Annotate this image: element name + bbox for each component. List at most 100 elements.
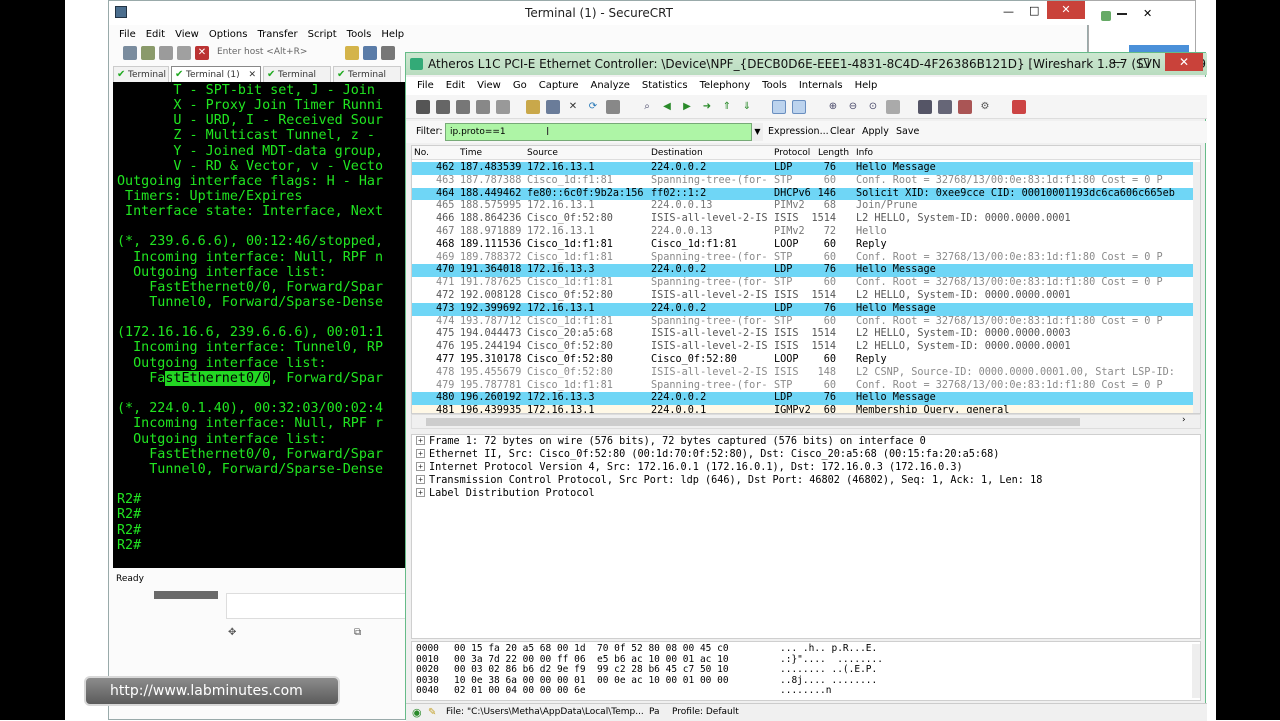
menu-help[interactable]: Help <box>855 77 878 95</box>
coloring-rules-icon[interactable] <box>958 100 972 114</box>
save-filter-button[interactable]: Save <box>896 126 919 137</box>
find-icon[interactable] <box>363 46 377 60</box>
packet-row[interactable]: 470 191.364018 172.16.13.3 224.0.0.2 LDP 76 He… <box>412 264 1200 278</box>
find-packet-icon[interactable]: ⌕ <box>640 100 654 114</box>
expand-icon[interactable]: + <box>416 462 425 471</box>
packet-row[interactable]: 481 196.439935 172.16.13.1 224.0.0.1 IGMPv2 6… <box>412 405 1200 413</box>
options-icon[interactable] <box>436 100 450 114</box>
packet-row[interactable]: 474 193.787712 Cisco_1d:f1:81 Spanning-tree… <box>412 315 1200 329</box>
edit-comment-icon[interactable]: ✎ <box>428 704 436 721</box>
stop-capture-icon[interactable] <box>476 100 490 114</box>
hex-bytes[interactable]: 00 15 fa 20 a5 68 00 1d 70 0f 52 80 08 0… <box>454 643 729 655</box>
capture-filters-icon[interactable] <box>918 100 932 114</box>
column-time[interactable]: Time <box>460 146 482 160</box>
connect-tab-icon[interactable] <box>159 46 173 60</box>
column-no[interactable]: No. <box>414 146 429 160</box>
colorize-icon[interactable] <box>772 100 786 114</box>
hex-ascii[interactable]: ........n <box>780 685 831 697</box>
packet-details[interactable]: + Frame 1: 72 bytes on wire (576 bits), 7… <box>411 434 1201 639</box>
packet-list[interactable]: No. Time Source Destination Protocol Len… <box>411 145 1201 414</box>
quick-connect-icon[interactable] <box>141 46 155 60</box>
detail-row[interactable]: + Ethernet II, Src: Cisco_0f:52:80 (00:1d… <box>416 449 999 462</box>
column-source[interactable]: Source <box>527 146 558 160</box>
save-icon[interactable] <box>546 100 560 114</box>
column-length[interactable]: Length <box>818 146 849 160</box>
minimize-icon[interactable] <box>1117 13 1127 15</box>
column-destination[interactable]: Destination <box>651 146 703 160</box>
detail-row[interactable]: + Label Distribution Protocol <box>416 488 595 501</box>
close-file-icon[interactable]: ✕ <box>566 100 580 114</box>
menu-tools[interactable]: Tools <box>347 27 372 43</box>
packet-row[interactable]: 469 189.788372 Cisco_1d:f1:81 Spanning-tree… <box>412 251 1200 265</box>
packet-row[interactable]: 466 188.864236 Cisco_0f:52:80 ISIS-all-leve… <box>412 213 1200 226</box>
packet-row[interactable]: 464 188.449462 fe80::6c0f:9b2a:156 ff02::1:… <box>412 187 1200 201</box>
filter-dropdown-icon[interactable]: ▼ <box>751 123 763 141</box>
copy-icon[interactable] <box>345 46 359 60</box>
apply-button[interactable]: Apply <box>862 126 889 137</box>
packet-row[interactable]: 476 195.244194 Cisco_0f:52:80 ISIS-all-leve… <box>412 341 1200 354</box>
menu-internals[interactable]: Internals <box>799 77 843 95</box>
menu-file[interactable]: File <box>417 77 434 95</box>
packet-row[interactable]: 467 188.971889 172.16.13.1 224.0.0.13 PIMv2 7… <box>412 226 1200 239</box>
disconnect-icon[interactable]: ✕ <box>195 46 209 60</box>
minimize-icon[interactable]: — <box>1003 5 1014 18</box>
expert-info-icon[interactable]: ◉ <box>412 704 422 721</box>
reconnect-icon[interactable] <box>177 46 191 60</box>
tab-terminal-1[interactable]: ✔ Terminal (1) ✕ <box>171 66 261 82</box>
detail-row[interactable]: + Internet Protocol Version 4, Src: 172.1… <box>416 462 963 475</box>
menu-telephony[interactable]: Telephony <box>700 77 751 95</box>
menu-transfer[interactable]: Transfer <box>257 27 297 43</box>
selected-text[interactable]: stEthernet0/0 <box>165 371 271 386</box>
status-profile[interactable]: Profile: Default <box>672 704 739 721</box>
menu-go[interactable]: Go <box>513 77 527 95</box>
hex-bytes[interactable]: 00 03 02 86 b6 d2 9e f9 99 c2 28 b6 45 c… <box>454 664 729 676</box>
menu-options[interactable]: Options <box>209 27 248 43</box>
first-packet-icon[interactable]: ⇑ <box>720 100 734 114</box>
bytes-scrollbar[interactable] <box>1192 644 1200 698</box>
hex-ascii[interactable]: ........ ..(.E.P. <box>780 664 877 676</box>
reload-icon[interactable]: ⟳ <box>586 100 600 114</box>
detail-row[interactable]: + Frame 1: 72 bytes on wire (576 bits), 7… <box>416 436 926 449</box>
go-forward-icon[interactable]: ▶ <box>680 100 694 114</box>
packet-row[interactable]: 471 191.787625 Cisco_1d:f1:81 Spanning-tree… <box>412 277 1200 290</box>
packet-row[interactable]: 473 192.399692 172.16.13.1 224.0.0.2 LDP 76 He… <box>412 302 1200 316</box>
column-protocol[interactable]: Protocol <box>774 146 810 160</box>
menu-edit[interactable]: Edit <box>446 77 465 95</box>
help-icon[interactable] <box>1012 100 1026 114</box>
expression-button[interactable]: Expression... <box>768 126 829 137</box>
minimize-icon[interactable]: — <box>1106 53 1130 71</box>
menu-tools[interactable]: Tools <box>762 77 787 95</box>
packet-row[interactable]: 478 195.455679 Cisco_0f:52:80 ISIS-all-leve… <box>412 366 1200 380</box>
packet-list-scrollbar[interactable] <box>1193 162 1200 413</box>
close-icon[interactable]: ✕ <box>1165 53 1203 71</box>
packet-row[interactable]: 463 187.787388 Cisco_1d:f1:81 Spanning-tree… <box>412 174 1200 188</box>
detail-row[interactable]: + Transmission Control Protocol, Src Port… <box>416 475 1042 488</box>
terminal-output[interactable]: T - SPT-bit set, J - Join X - Proxy Join… <box>113 82 405 568</box>
packet-row[interactable]: 479 195.787781 Cisco_1d:f1:81 Spanning-tree… <box>412 379 1200 393</box>
menu-capture[interactable]: Capture <box>539 77 579 95</box>
interfaces-icon[interactable] <box>416 100 430 114</box>
packet-row[interactable]: 475 194.044473 Cisco_20:a5:68 ISIS-all-leve… <box>412 328 1200 342</box>
tab-terminal-2[interactable]: ✔Terminal (2) <box>263 66 331 96</box>
go-back-icon[interactable]: ◀ <box>660 100 674 114</box>
host-input[interactable]: Enter host <Alt+R> <box>217 47 307 57</box>
maximize-icon[interactable]: □ <box>1132 53 1156 71</box>
display-filter-input[interactable]: ip.proto==1 <box>445 123 763 141</box>
menu-analyze[interactable]: Analyze <box>590 77 629 95</box>
close-icon[interactable]: ✕ <box>1047 1 1085 19</box>
menu-view[interactable]: View <box>477 77 501 95</box>
restart-capture-icon[interactable] <box>496 100 510 114</box>
menu-file[interactable]: File <box>119 27 136 43</box>
start-capture-icon[interactable] <box>456 100 470 114</box>
maximize-icon[interactable]: □ <box>1029 4 1039 17</box>
close-icon[interactable]: ✕ <box>1143 7 1152 20</box>
expand-icon[interactable]: + <box>416 436 425 445</box>
resize-icon[interactable]: ⧉ <box>354 627 361 638</box>
expand-icon[interactable]: + <box>416 449 425 458</box>
zoom-normal-icon[interactable]: ⊙ <box>866 100 880 114</box>
move-icon[interactable]: ✥ <box>228 627 236 638</box>
connect-icon[interactable] <box>123 46 137 60</box>
column-info[interactable]: Info <box>856 146 873 160</box>
packet-row[interactable]: 465 188.575995 172.16.13.1 224.0.0.13 PIMv2 6… <box>412 200 1200 214</box>
scrollbar-thumb[interactable] <box>426 418 1080 426</box>
